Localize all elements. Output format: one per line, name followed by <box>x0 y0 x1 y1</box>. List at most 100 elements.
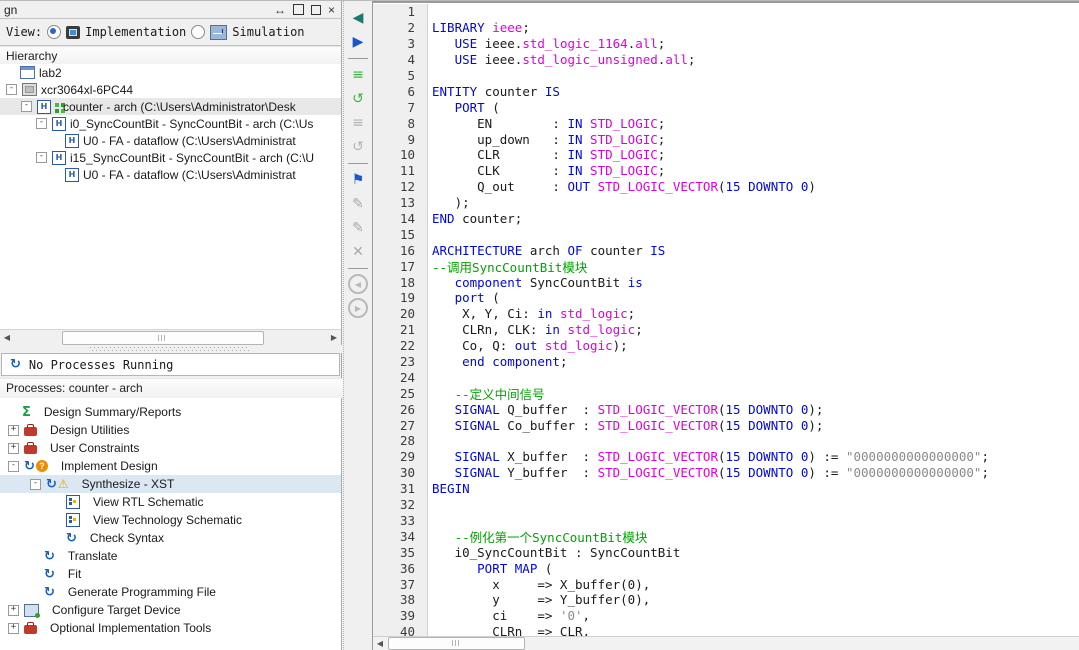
code-line-text: BEGIN <box>432 481 470 497</box>
nav-forward-icon[interactable]: ▶ <box>348 298 368 318</box>
hscroll-thumb[interactable] <box>62 331 264 345</box>
simulation-label[interactable]: Simulation <box>232 25 304 39</box>
hierarchy-tree[interactable]: lab2- xcr3064xl-6PC44- Hcounter - arch (C:… <box>0 64 341 329</box>
hierarchy-item[interactable]: H U0 - FA - dataflow (C:\Users\Administra… <box>0 132 341 149</box>
code-line-text: USE ieee.std_logic_1164.all; <box>454 36 666 52</box>
reset-process-icon[interactable]: ↺ <box>347 88 369 110</box>
code-line-text: i0_SyncCountBit : SyncCountBit <box>432 544 681 560</box>
hierarchy-item[interactable]: - Hi0_SyncCountBit - SyncCountBit - arch … <box>0 115 341 132</box>
process-item[interactable]: + Configure Target Device <box>0 601 341 619</box>
process-properties-disabled-icon[interactable]: ≡ <box>347 112 369 134</box>
collapse-icon[interactable]: - <box>36 118 47 129</box>
process-item-label: Generate Programming File <box>67 585 216 599</box>
code-line-text: EN : IN STD_LOGIC; <box>432 115 666 131</box>
hierarchy-item[interactable]: lab2 <box>0 64 341 81</box>
ise-project-navigator: gn ↔ × View: Implementation Simulation H… <box>0 0 1079 650</box>
scroll-right-icon[interactable]: ▶ <box>327 331 341 344</box>
code-line: 40 CLRn => CLR, <box>373 623 1079 637</box>
goto-next-icon[interactable]: ▶ <box>347 31 369 53</box>
code-line: 35 i0_SyncCountBit : SyncCountBit <box>373 544 1079 561</box>
maximize-panel-icon[interactable] <box>292 4 304 15</box>
code-line-text: X, Y, Ci: in std_logic; <box>432 306 636 322</box>
process-item-label: Optional Implementation Tools <box>50 621 212 635</box>
line-number: 25 <box>373 385 428 402</box>
flag-icon[interactable]: ⚑ <box>347 169 369 191</box>
collapse-icon[interactable]: - <box>8 460 19 472</box>
status-text: No Processes Running <box>28 357 174 372</box>
code-line-text: PORT ( <box>454 99 500 115</box>
expand-icon[interactable]: + <box>8 424 19 436</box>
code-line: 25 --定义中间信号 <box>373 385 1079 402</box>
code-text-area[interactable]: 1 2 LIBRARY ieee; 3 USE ieee.std_logic_1164… <box>373 4 1079 637</box>
line-number: 34 <box>373 528 428 545</box>
code-line: 6 ENTITY counter IS <box>373 83 1079 100</box>
close-panel-icon[interactable]: × <box>328 4 335 16</box>
process-item[interactable]: - ↻ ⚠ Synthesize - XST <box>0 475 341 493</box>
vhdl-file-icon: H <box>65 167 79 182</box>
nav-back-icon[interactable]: ◀ <box>348 274 368 294</box>
hierarchy-item[interactable]: H U0 - FA - dataflow (C:\Users\Administra… <box>0 166 341 183</box>
restore-panel-icon[interactable] <box>310 2 324 15</box>
code-line: 15 <box>373 226 1079 243</box>
process-item[interactable]: ↻ Translate <box>0 547 341 565</box>
code-line: 19 port ( <box>373 290 1079 306</box>
process-item[interactable]: ↻ Generate Programming File <box>0 583 341 601</box>
hierarchy-item-label: i15_SyncCountBit - SyncCountBit - arch (… <box>70 150 315 165</box>
edit-marker2-disabled-icon[interactable]: ✎ <box>347 217 369 239</box>
code-line-text: ARCHITECTURE arch OF counter IS <box>432 242 666 258</box>
process-item[interactable]: + Optional Implementation Tools <box>0 619 341 637</box>
process-item-label: User Constraints <box>50 441 140 455</box>
delete-marker-disabled-icon[interactable]: ✕ <box>347 241 369 263</box>
editor-hscrollbar[interactable]: ◀ <box>373 636 1079 650</box>
collapse-icon[interactable]: - <box>6 84 17 95</box>
process-item[interactable]: ↻ Check Syntax <box>0 529 341 547</box>
code-line-text: x => X_buffer(0), <box>432 576 651 592</box>
process-item[interactable]: + User Constraints <box>0 439 341 457</box>
refresh-icon: ↻ <box>66 530 77 546</box>
process-properties-icon[interactable]: ≡ <box>347 64 369 86</box>
code-line: 37 x => X_buffer(0), <box>373 576 1079 592</box>
expand-icon[interactable]: + <box>8 442 19 454</box>
processes-header: Processes: counter - arch <box>0 378 353 399</box>
hierarchy-item[interactable]: - Hcounter - arch (C:\Users\Administrator… <box>0 98 341 115</box>
expand-icon[interactable]: + <box>8 622 19 634</box>
refresh-icon: ↻ <box>24 458 35 474</box>
process-item[interactable]: - ↻? Implement Design <box>0 457 341 475</box>
process-item[interactable]: View RTL Schematic <box>0 493 341 511</box>
hierarchy-item[interactable]: - Hi15_SyncCountBit - SyncCountBit - arch… <box>0 149 341 166</box>
code-line: 38 y => Y_buffer(0), <box>373 591 1079 608</box>
process-item[interactable]: ↻ Fit <box>0 565 341 583</box>
edit-marker-disabled-icon[interactable]: ✎ <box>347 193 369 215</box>
expand-icon[interactable]: + <box>8 604 19 616</box>
code-line: 34 --例化第一个SyncCountBit模块 <box>373 528 1079 545</box>
hierarchy-item[interactable]: - xcr3064xl-6PC44 <box>0 81 341 98</box>
implementation-radio[interactable] <box>47 25 62 39</box>
process-item[interactable]: + Design Utilities <box>0 421 341 439</box>
hierarchy-item-label: U0 - FA - dataflow (C:\Users\Administrat <box>83 167 296 182</box>
line-number: 10 <box>373 147 428 163</box>
panel-splitter[interactable] <box>0 345 342 353</box>
editor-scroll-left-icon[interactable]: ◀ <box>373 637 387 650</box>
scroll-left-icon[interactable]: ◀ <box>0 331 14 344</box>
implementation-label[interactable]: Implementation <box>85 25 186 39</box>
reset-all-disabled-icon[interactable]: ↺ <box>347 136 369 158</box>
editor-hscroll-thumb[interactable] <box>388 637 525 650</box>
view-label: View: <box>6 25 43 39</box>
toolbox-icon <box>24 621 37 634</box>
line-number: 6 <box>373 83 428 100</box>
goto-previous-icon[interactable]: ◀ <box>347 7 369 29</box>
collapse-icon[interactable]: - <box>30 478 41 490</box>
float-panel-icon[interactable]: ↔ <box>274 4 286 16</box>
process-item-label: Check Syntax <box>89 531 164 545</box>
line-number: 22 <box>373 337 428 354</box>
hierarchy-hscrollbar[interactable]: ◀ ▶ <box>0 329 341 345</box>
processes-tree[interactable]: Σ Design Summary/Reports + Design Utilities… <box>0 398 341 650</box>
code-line-text: SIGNAL Co_buffer : STD_LOGIC_VECTOR(15 D… <box>454 417 824 433</box>
process-item[interactable]: Σ Design Summary/Reports <box>0 403 341 421</box>
view-bar: View: Implementation Simulation <box>0 18 341 46</box>
simulation-icon <box>210 24 228 40</box>
process-item[interactable]: View Technology Schematic <box>0 511 341 529</box>
collapse-icon[interactable]: - <box>36 152 47 163</box>
collapse-icon[interactable]: - <box>21 101 32 112</box>
simulation-radio[interactable] <box>191 25 206 39</box>
